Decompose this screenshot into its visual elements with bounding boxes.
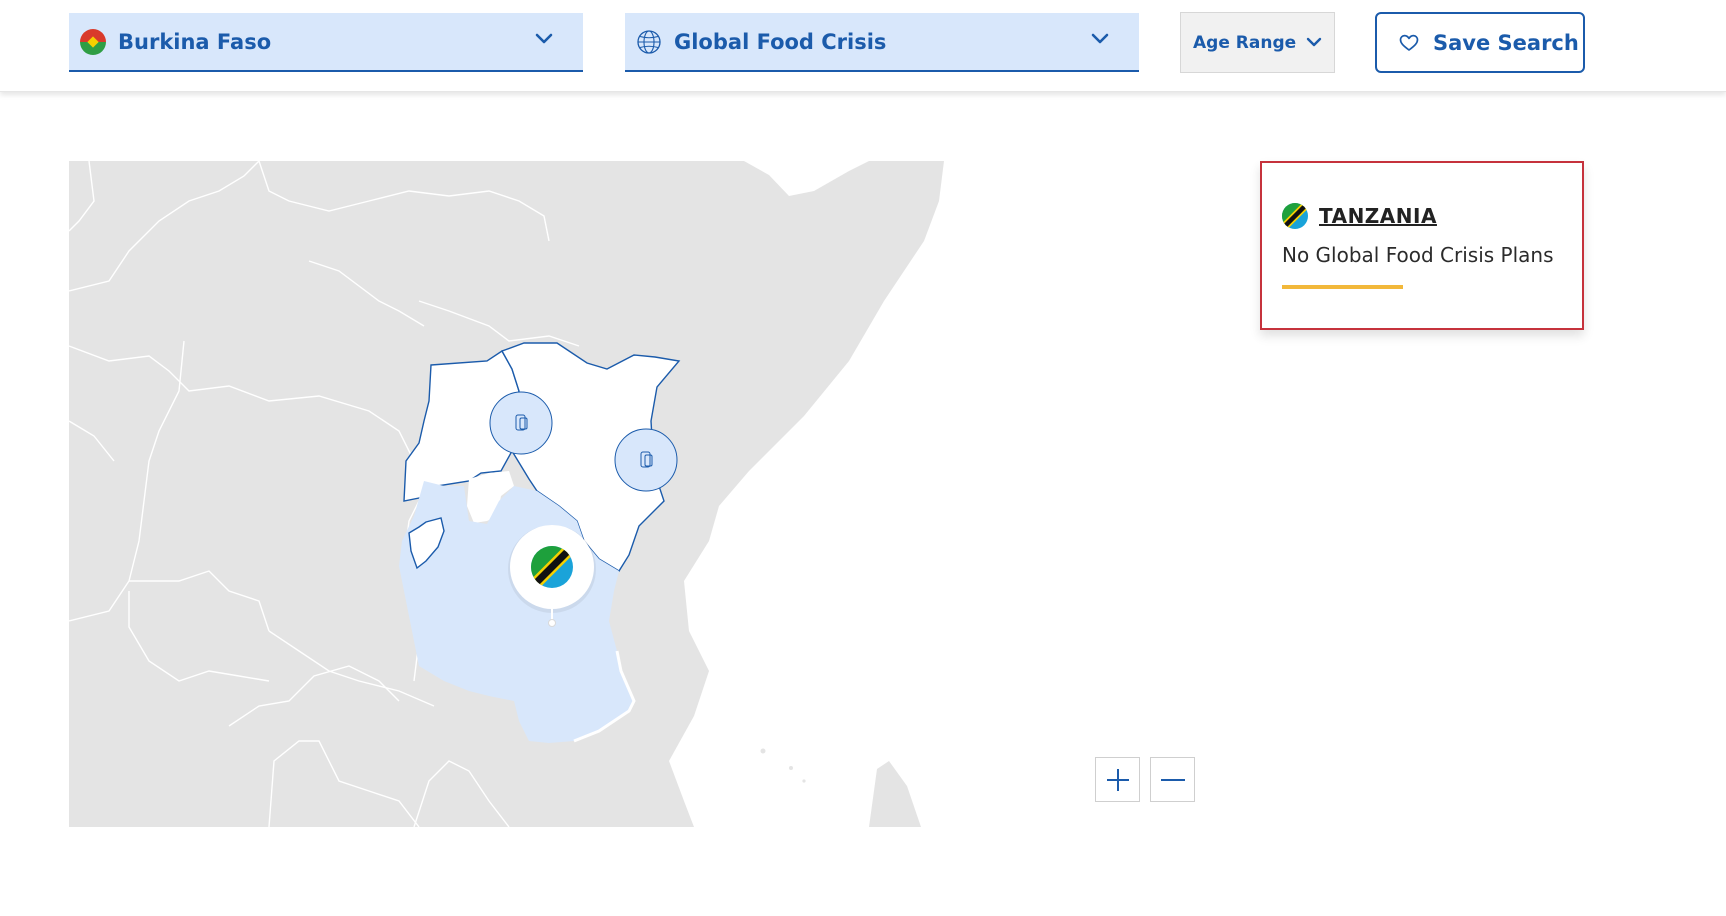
map-panel[interactable] [69,161,1217,827]
age-range-label: Age Range [1193,32,1297,53]
island-madagascar-tip [869,761,921,827]
island-dot [802,779,806,783]
globe-icon [637,29,661,54]
topic-select[interactable]: Global Food Crisis [625,13,1139,72]
card-country-link[interactable]: TANZANIA [1319,204,1437,228]
card-accent-bar [1282,285,1403,289]
country-info-card: TANZANIA No Global Food Crisis Plans [1260,161,1584,330]
chevron-down-icon [1306,37,1322,47]
country-select-label: Burkina Faso [118,29,272,54]
card-description: No Global Food Crisis Plans [1282,243,1554,267]
zoom-in-button[interactable] [1095,757,1140,802]
topic-select-label: Global Food Crisis [674,29,887,54]
island-dot [789,766,793,770]
filter-bar: Burkina Faso Global Food Crisis Age Rang… [0,0,1726,92]
country-select[interactable]: Burkina Faso [69,13,583,72]
age-range-dropdown[interactable]: Age Range [1180,12,1335,73]
chevron-down-icon [1091,33,1109,44]
save-search-button[interactable]: Save Search [1375,12,1585,73]
tanzania-flag-icon [1282,203,1308,229]
kenya-marker[interactable] [614,428,678,492]
chevron-down-icon [535,33,553,44]
save-search-label: Save Search [1433,30,1579,55]
minus-icon [1160,778,1185,781]
uganda-marker[interactable] [489,391,553,455]
map-canvas[interactable] [69,161,1217,827]
burkina-faso-flag-icon [80,28,106,55]
heart-icon [1399,34,1419,51]
card-title-row: TANZANIA [1282,203,1437,229]
island-dot [760,748,766,754]
plus-icon [1106,768,1129,791]
zoom-out-button[interactable] [1150,757,1195,802]
